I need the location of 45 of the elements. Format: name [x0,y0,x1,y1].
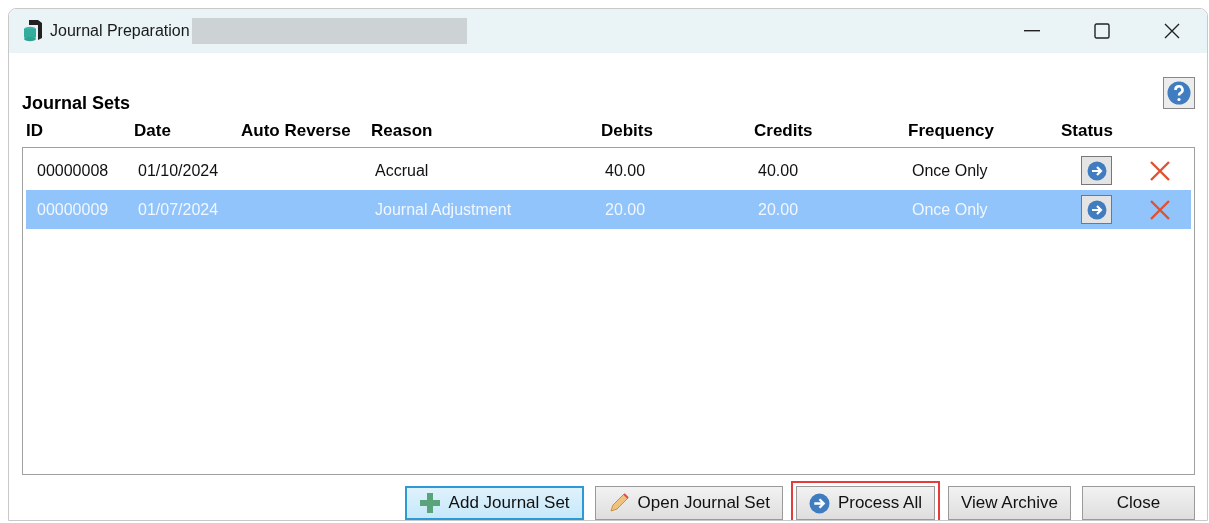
plus-icon [418,492,441,514]
column-header: Auto Reverse [241,121,352,141]
table-cell-text: 40.00 [757,161,799,180]
column-header: Debits [601,121,654,141]
action-button[interactable]: Process All [795,486,935,520]
table-cell-text: Once Only [911,161,988,180]
arrow-right-circle-icon [808,492,830,514]
help-button[interactable] [1163,77,1195,109]
close-icon [1164,23,1180,39]
table-cell-text: 40.00 [604,161,646,180]
action-button[interactable]: Close [1082,486,1195,520]
minimize-icon [1024,30,1040,32]
app-icon [23,20,42,42]
column-header: Reason [371,121,434,141]
action-button[interactable]: Add Journal Set [404,486,584,520]
arrow-right-circle-icon [1086,160,1107,181]
help-icon [1167,81,1191,105]
process-button[interactable] [1081,195,1112,224]
action-button[interactable]: View Archive [948,486,1071,520]
table-cell-text: 01/10/2024 [137,161,219,180]
pencil-icon [607,492,630,514]
delete-button[interactable] [1149,198,1171,221]
table-cell-text: 00000008 [36,161,109,180]
section-heading: Journal Sets [22,93,131,114]
table-cell-text: Accrual [374,161,429,180]
maximize-icon [1094,23,1110,39]
table-cell-text: 20.00 [757,200,799,219]
table-cell-text: Journal Adjustment [374,200,512,219]
table-cell-text: 20.00 [604,200,646,219]
window-title: Journal Preparation [50,22,190,40]
delete-icon [1149,159,1171,182]
column-header: ID [26,121,44,141]
process-button[interactable] [1081,156,1112,185]
column-header: Credits [754,121,814,141]
table-row[interactable]: 00000008 01/10/2024 Accrual 40.00 40.00 Once Only [26,151,1191,190]
action-button[interactable]: Open Journal Set [594,486,783,520]
column-header: Date [134,121,172,141]
column-header: Status [1061,121,1114,141]
column-header: Frequency [908,121,995,141]
delete-button[interactable] [1149,159,1171,182]
arrow-right-circle-icon [1086,199,1107,220]
table-cell-text: 01/07/2024 [137,200,219,219]
delete-icon [1149,198,1171,221]
table-cell-text: 00000009 [36,200,109,219]
table-cell-text: Once Only [911,200,988,219]
